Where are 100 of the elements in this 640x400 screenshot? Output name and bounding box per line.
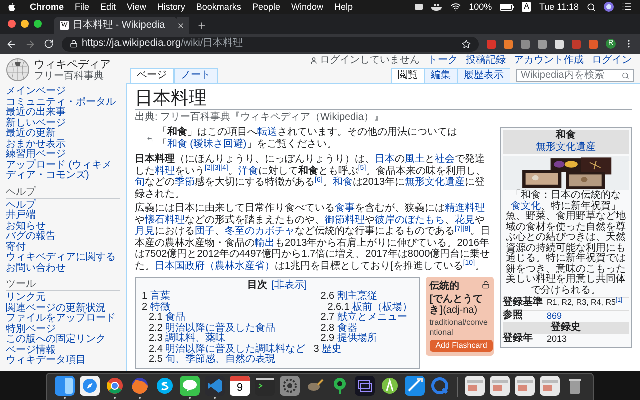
reference-link[interactable]: [10] [463, 260, 476, 267]
toc-item[interactable]: 2.9 提供場所 [314, 334, 413, 344]
whale-icon[interactable] [431, 3, 444, 11]
sidebar-link[interactable]: この版への固定リンク [6, 335, 120, 346]
sidebar-link[interactable]: コミュニティ・ポータル [6, 98, 120, 108]
sidebar-link[interactable]: 新しいページ [6, 118, 120, 129]
sidebar-link[interactable]: 最近の更新 [6, 129, 120, 140]
infobox-link[interactable]: 869 [547, 310, 562, 321]
link[interactable]: 冬至のカボチャ [225, 226, 295, 237]
wordmark[interactable]: ウィキペディア [34, 58, 111, 70]
toc-item[interactable]: 2.2 明治以降に普及した食品 [142, 324, 306, 334]
sidebar-link[interactable]: 最近の出来事 [6, 108, 120, 118]
link[interactable]: 社会 [435, 154, 455, 165]
back-icon[interactable] [6, 38, 17, 50]
reload-icon[interactable] [44, 39, 54, 49]
toc-item[interactable]: 2.5 旬、季節感、自然の表現 [142, 355, 306, 366]
forward-icon[interactable] [25, 38, 36, 50]
personal-link[interactable]: トーク [428, 54, 458, 66]
link[interactable]: 食事 [335, 203, 355, 214]
toc-item[interactable]: 2.3 調味料、薬味 [142, 334, 306, 344]
toc-item[interactable]: 3 歴史 [314, 344, 413, 355]
new-tab-icon[interactable] [197, 20, 207, 30]
unlock-icon[interactable] [482, 281, 490, 289]
view-tab[interactable]: 閲覧 [391, 68, 424, 83]
toc-item[interactable]: 2.6 割主烹従 [314, 292, 413, 302]
list-icon[interactable] [622, 2, 632, 12]
siri-icon[interactable] [604, 2, 614, 12]
clock[interactable]: Tue 11:18 [539, 0, 579, 14]
sidebar-link[interactable]: ファイルをアップロード [6, 314, 120, 324]
menu-item[interactable]: Bookmarks [196, 0, 242, 14]
link[interactable]: 無形文化遺産 [405, 177, 466, 188]
link[interactable]: 季節 [175, 177, 195, 188]
app-icon[interactable] [105, 376, 125, 396]
sidebar-link[interactable]: ヘルプ [6, 200, 120, 211]
toc-item[interactable]: 2.6.1 板前（板場） [314, 302, 413, 313]
menu-item[interactable]: Help [334, 0, 353, 14]
link[interactable]: 輸出 [255, 238, 275, 248]
toc-item[interactable]: 1 言葉 [142, 292, 306, 302]
personal-link[interactable]: ログイン [592, 54, 632, 66]
view-tab[interactable]: 編集 [424, 68, 457, 83]
sidebar-link[interactable]: メインページ [6, 87, 120, 98]
toc-item[interactable]: 2.1 食品 [142, 313, 306, 324]
toc-toggle[interactable]: [非表示] [272, 280, 308, 292]
view-tab[interactable]: 履歴表示 [457, 68, 510, 83]
link[interactable]: 料理 [155, 166, 175, 176]
close-window-button[interactable] [8, 20, 16, 28]
zoom-window-button[interactable] [34, 20, 42, 28]
menu-item[interactable]: View [127, 0, 146, 14]
window-thumbnail[interactable] [490, 376, 510, 396]
link[interactable]: 食文化 [511, 200, 541, 212]
app-icon[interactable] [380, 376, 400, 396]
address-field[interactable]: https://ja.wikipedia.org/wiki/日本料理 [62, 36, 479, 52]
window-thumbnail[interactable] [540, 376, 560, 396]
toc-item[interactable]: 2.7 献立とメニュー [314, 313, 413, 324]
reference-link[interactable]: [2][3][4] [205, 165, 228, 172]
minimize-window-button[interactable] [21, 20, 29, 28]
link[interactable]: 転送 [257, 127, 278, 138]
reference-link[interactable]: [6] [315, 176, 323, 184]
window-thumbnail[interactable] [465, 376, 485, 396]
apple-icon[interactable] [8, 2, 16, 12]
toc-item[interactable]: 2.8 食器 [314, 324, 413, 334]
compass-icon[interactable] [80, 376, 100, 396]
menu-item[interactable]: Chrome [30, 0, 64, 14]
menu-item[interactable]: People [252, 0, 280, 14]
sidebar-link[interactable]: 寄付 [6, 242, 120, 253]
link[interactable]: 花見 [455, 214, 475, 226]
toc-item[interactable]: 2 特徴 [142, 302, 306, 313]
reference-link[interactable]: [5] [358, 165, 366, 172]
app-icon[interactable] [355, 376, 375, 396]
app-icon[interactable] [55, 376, 75, 396]
input-source[interactable]: A [522, 2, 532, 12]
close-tab-icon[interactable] [177, 22, 185, 30]
sidebar-link[interactable]: ウィキデータ項目 [6, 356, 120, 366]
wifi-icon[interactable] [451, 2, 462, 12]
link[interactable]: 和食 [332, 177, 353, 188]
link[interactable]: 日本 [375, 154, 395, 165]
sidebar-link[interactable]: アップロード (ウィキメディア・コモンズ) [6, 160, 120, 182]
app-icon[interactable] [405, 376, 425, 396]
personal-link[interactable]: 投稿記録 [466, 54, 506, 66]
link[interactable]: 団子 [195, 226, 215, 237]
link[interactable]: 洋食 [238, 166, 258, 176]
link[interactable]: 御節料理 [325, 214, 365, 226]
sidebar-link[interactable]: ページ情報 [6, 346, 120, 356]
add-flashcard-button[interactable]: Add Flashcard [430, 340, 494, 352]
sidebar-link[interactable]: バグの報告 [6, 232, 120, 242]
personal-link[interactable]: アカウント作成 [514, 54, 584, 66]
window-thumbnail[interactable] [515, 376, 535, 396]
infobox-subtitle[interactable]: 無形文化遺産 [503, 142, 629, 154]
sidebar-link[interactable]: お知らせ [6, 222, 120, 232]
sidebar-link[interactable]: 練習用ページ [6, 150, 120, 160]
link[interactable]: 風土 [405, 154, 425, 165]
page-tab[interactable]: ページ [130, 68, 174, 83]
app-icon[interactable] [155, 376, 175, 396]
sidebar-link[interactable]: ウィキペディアに関するお問い合わせ [6, 253, 120, 274]
sidebar-link[interactable]: 井戸端 [6, 211, 120, 222]
reference-link[interactable]: [7][8] [455, 226, 471, 232]
page-tab[interactable]: ノート [174, 68, 218, 83]
link[interactable]: 日本国政府（農林水産省） [155, 260, 275, 272]
menu-item[interactable]: History [157, 0, 186, 14]
gear-icon[interactable] [280, 376, 300, 396]
